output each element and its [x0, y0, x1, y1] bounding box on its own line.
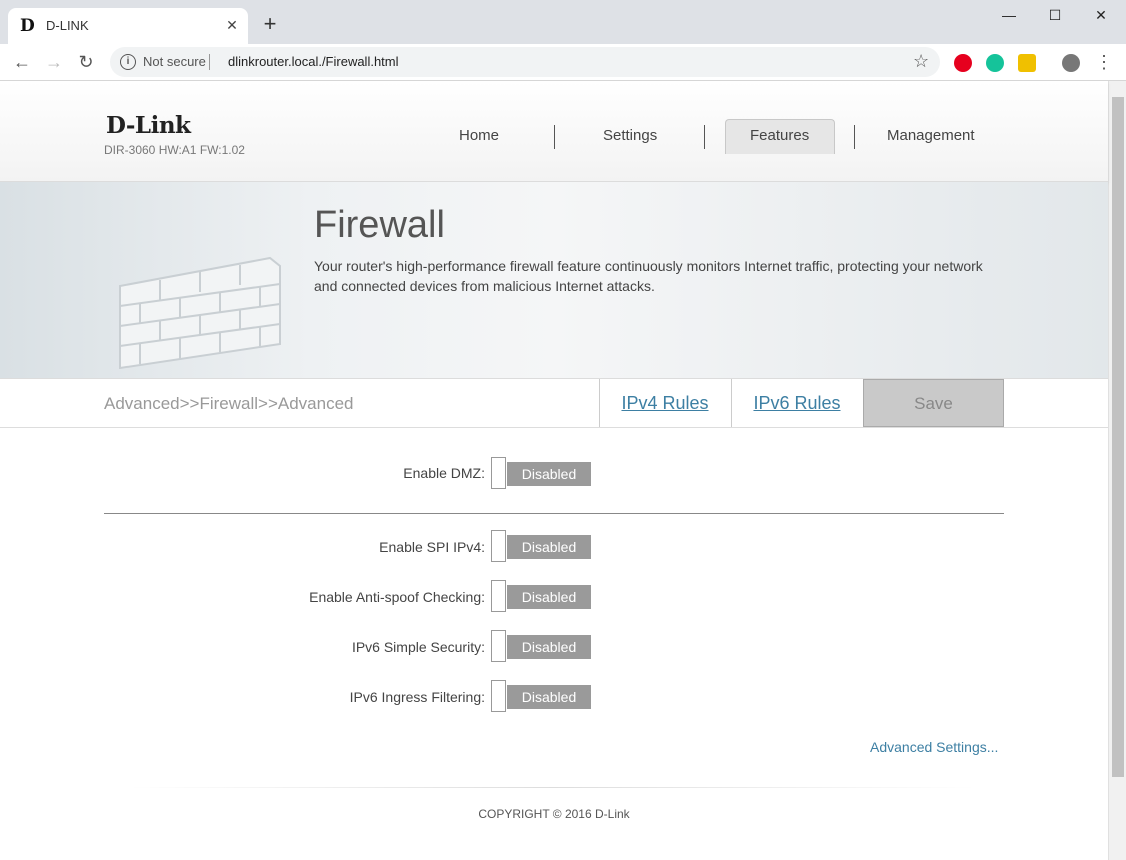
ipv6-simple-security-label: IPv6 Simple Security:: [351, 639, 485, 655]
omnibox-divider: [209, 54, 210, 70]
browser-toolbar: ← → ↻ i Not secure dlinkrouter.local./Fi…: [0, 44, 1126, 81]
footer-divider: [130, 787, 976, 788]
profile-avatar-icon[interactable]: [1062, 54, 1080, 72]
nav-settings[interactable]: Settings: [603, 127, 657, 144]
bookmark-star-icon[interactable]: ☆: [913, 51, 929, 72]
toggle-value[interactable]: Disabled: [507, 585, 591, 609]
close-tab-icon[interactable]: ✕: [222, 15, 242, 35]
close-window-icon[interactable]: ✕: [1078, 0, 1124, 30]
info-icon[interactable]: i: [120, 54, 136, 70]
minimize-icon[interactable]: —: [986, 0, 1032, 30]
toggle-knob[interactable]: [491, 630, 506, 662]
menu-kebab-icon[interactable]: ⋮: [1092, 50, 1116, 74]
nav-divider: [554, 125, 555, 149]
ipv6-ingress-label: IPv6 Ingress Filtering:: [349, 689, 485, 705]
brick-wall-icon: [119, 256, 281, 369]
security-label: Not secure: [143, 54, 206, 69]
router-header: D-Link DIR-3060 HW:A1 FW:1.02 Home Setti…: [0, 81, 1108, 182]
toggle-value[interactable]: Disabled: [507, 685, 591, 709]
page-title: Firewall: [314, 204, 445, 246]
reload-icon[interactable]: ↻: [74, 50, 98, 74]
forward-arrow-icon[interactable]: →: [42, 50, 66, 74]
toggle-knob[interactable]: [491, 680, 506, 712]
notes-extension-icon[interactable]: [1018, 54, 1036, 72]
advanced-settings-link[interactable]: Advanced Settings...: [870, 739, 998, 755]
anti-spoof-label: Enable Anti-spoof Checking:: [309, 589, 485, 605]
url-text[interactable]: dlinkrouter.local./Firewall.html: [228, 54, 399, 69]
maximize-icon[interactable]: ☐: [1032, 0, 1078, 30]
model-info: DIR-3060 HW:A1 FW:1.02: [104, 143, 245, 157]
dlink-logo: D-Link: [106, 112, 191, 139]
tab-title: D-LINK: [46, 18, 89, 33]
action-bar: Advanced>>Firewall>>Advanced IPv4 Rules …: [0, 379, 1108, 428]
scrollbar-thumb[interactable]: [1112, 97, 1124, 777]
grammarly-extension-icon[interactable]: [986, 54, 1004, 72]
nav-management[interactable]: Management: [887, 127, 975, 144]
back-arrow-icon[interactable]: ←: [10, 50, 34, 74]
dmz-label: Enable DMZ:: [403, 465, 485, 481]
browser-tab[interactable]: D D-LINK ✕: [8, 8, 248, 44]
dlink-favicon-icon: D: [20, 16, 35, 36]
new-tab-button[interactable]: +: [258, 12, 282, 36]
ipv4-rules-link[interactable]: IPv4 Rules: [599, 379, 730, 427]
save-button[interactable]: Save: [863, 379, 1004, 427]
toggle-knob[interactable]: [491, 457, 506, 489]
toggle-knob[interactable]: [491, 530, 506, 562]
browser-tab-strip: D D-LINK ✕ + — ☐ ✕: [0, 0, 1126, 44]
opera-extension-icon[interactable]: [954, 54, 972, 72]
page-banner: Firewall Your router's high-performance …: [0, 182, 1108, 379]
breadcrumb: Advanced>>Firewall>>Advanced: [104, 394, 354, 413]
toggle-value[interactable]: Disabled: [507, 635, 591, 659]
toggle-value[interactable]: Disabled: [507, 535, 591, 559]
page-scrollbar[interactable]: [1108, 81, 1126, 860]
page-description: Your router's high-performance firewall …: [314, 258, 983, 294]
copyright: COPYRIGHT © 2016 D-Link: [478, 807, 630, 821]
nav-home[interactable]: Home: [459, 127, 499, 144]
toggle-value[interactable]: Disabled: [507, 462, 591, 486]
spi-ipv4-label: Enable SPI IPv4:: [379, 539, 485, 555]
nav-features[interactable]: Features: [750, 127, 809, 144]
ipv6-rules-link[interactable]: IPv6 Rules: [731, 379, 862, 427]
toggle-knob[interactable]: [491, 580, 506, 612]
address-bar[interactable]: i Not secure dlinkrouter.local./Firewall…: [110, 47, 940, 77]
section-divider: [104, 513, 1004, 514]
nav-divider: [704, 125, 705, 149]
nav-divider: [854, 125, 855, 149]
